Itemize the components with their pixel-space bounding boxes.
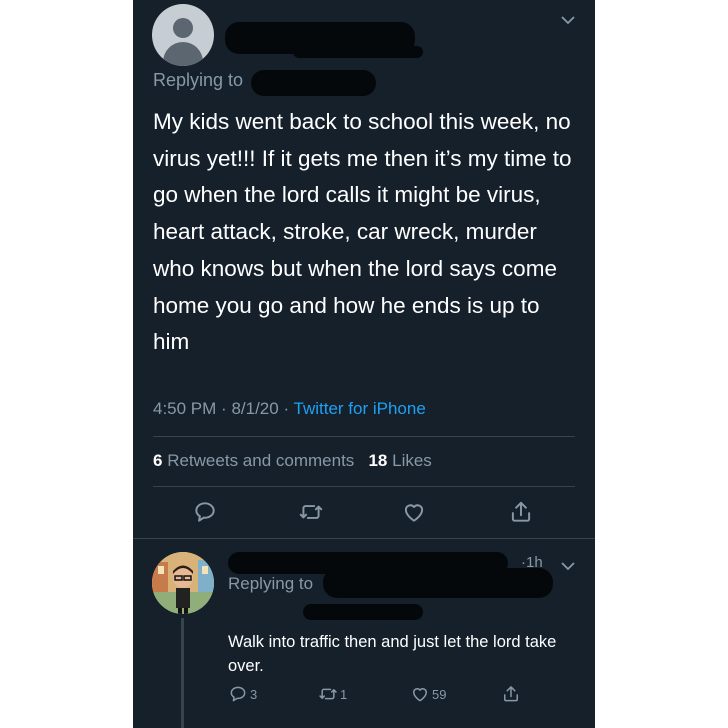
- replying-to-label: Replying to: [153, 70, 243, 91]
- retweets-label: Retweets and comments: [167, 451, 355, 470]
- reply-reply-count: 3: [250, 686, 258, 702]
- likes-count: 18: [368, 451, 388, 470]
- reply-reply-button[interactable]: 3: [228, 684, 257, 704]
- replying-to-prefix: Replying to: [153, 70, 244, 90]
- reply-replying-prefix: Replying to: [228, 574, 314, 593]
- tweet-detail-screen: Replying to My kids went back to school …: [133, 0, 595, 728]
- reply-like-count: 59: [432, 686, 447, 702]
- like-button[interactable]: [398, 496, 430, 528]
- redacted-replied-handle: [251, 70, 376, 96]
- retweet-icon: [319, 688, 337, 700]
- divider: [133, 538, 595, 539]
- retweets-count: 6: [153, 451, 163, 470]
- retweet-button[interactable]: [295, 496, 327, 528]
- share-icon: [504, 686, 518, 702]
- retweets-stat[interactable]: 6 Retweets and comments: [153, 451, 354, 470]
- reply-author-avatar[interactable]: [152, 552, 214, 614]
- cartoon-avatar-image: [152, 552, 214, 614]
- divider: [153, 486, 575, 487]
- reply-replying-to-label: Replying to: [228, 574, 313, 594]
- share-icon: [511, 501, 531, 522]
- heart-icon: [404, 504, 424, 522]
- reply-like-button[interactable]: 59: [410, 684, 446, 704]
- default-avatar-head: [173, 18, 193, 38]
- tweet-date: 8/1/20: [231, 399, 279, 418]
- reply-retweet-count: 1: [340, 686, 348, 702]
- thread-line: [181, 618, 184, 728]
- tweet-stats: 6 Retweets and comments 18 Likes: [153, 451, 432, 471]
- tweet-time: 4:50 PM: [153, 399, 217, 418]
- tweet-body: My kids went back to school this week, n…: [153, 109, 572, 355]
- reply-button[interactable]: [189, 496, 221, 528]
- retweet-icon: [299, 505, 323, 519]
- tweet-meta: 4:50 PM · 8/1/20 · Twitter for iPhone: [153, 399, 426, 419]
- share-button[interactable]: [505, 496, 537, 528]
- redacted-reply-replied-handle: [323, 568, 553, 598]
- heart-icon: [413, 688, 427, 702]
- redacted-reply-mentions: [303, 604, 423, 620]
- chevron-down-icon[interactable]: [561, 12, 575, 28]
- reply-body: Walk into traffic then and just let the …: [228, 633, 557, 675]
- author-avatar[interactable]: [152, 4, 214, 66]
- reply-share-button[interactable]: [501, 684, 523, 704]
- meta-dot: ·: [283, 399, 294, 418]
- chevron-down-icon[interactable]: [561, 558, 575, 574]
- reply-icon: [230, 686, 246, 702]
- reply-icon: [195, 502, 215, 522]
- redacted-author-handle: [293, 46, 423, 58]
- meta-dot: ·: [221, 399, 232, 418]
- default-avatar-body: [163, 42, 203, 66]
- reply-retweet-button[interactable]: 1: [318, 684, 347, 704]
- likes-label: Likes: [392, 451, 432, 470]
- tweet-client-link[interactable]: Twitter for iPhone: [294, 399, 426, 418]
- likes-stat[interactable]: 18 Likes: [368, 451, 431, 470]
- divider: [153, 436, 575, 437]
